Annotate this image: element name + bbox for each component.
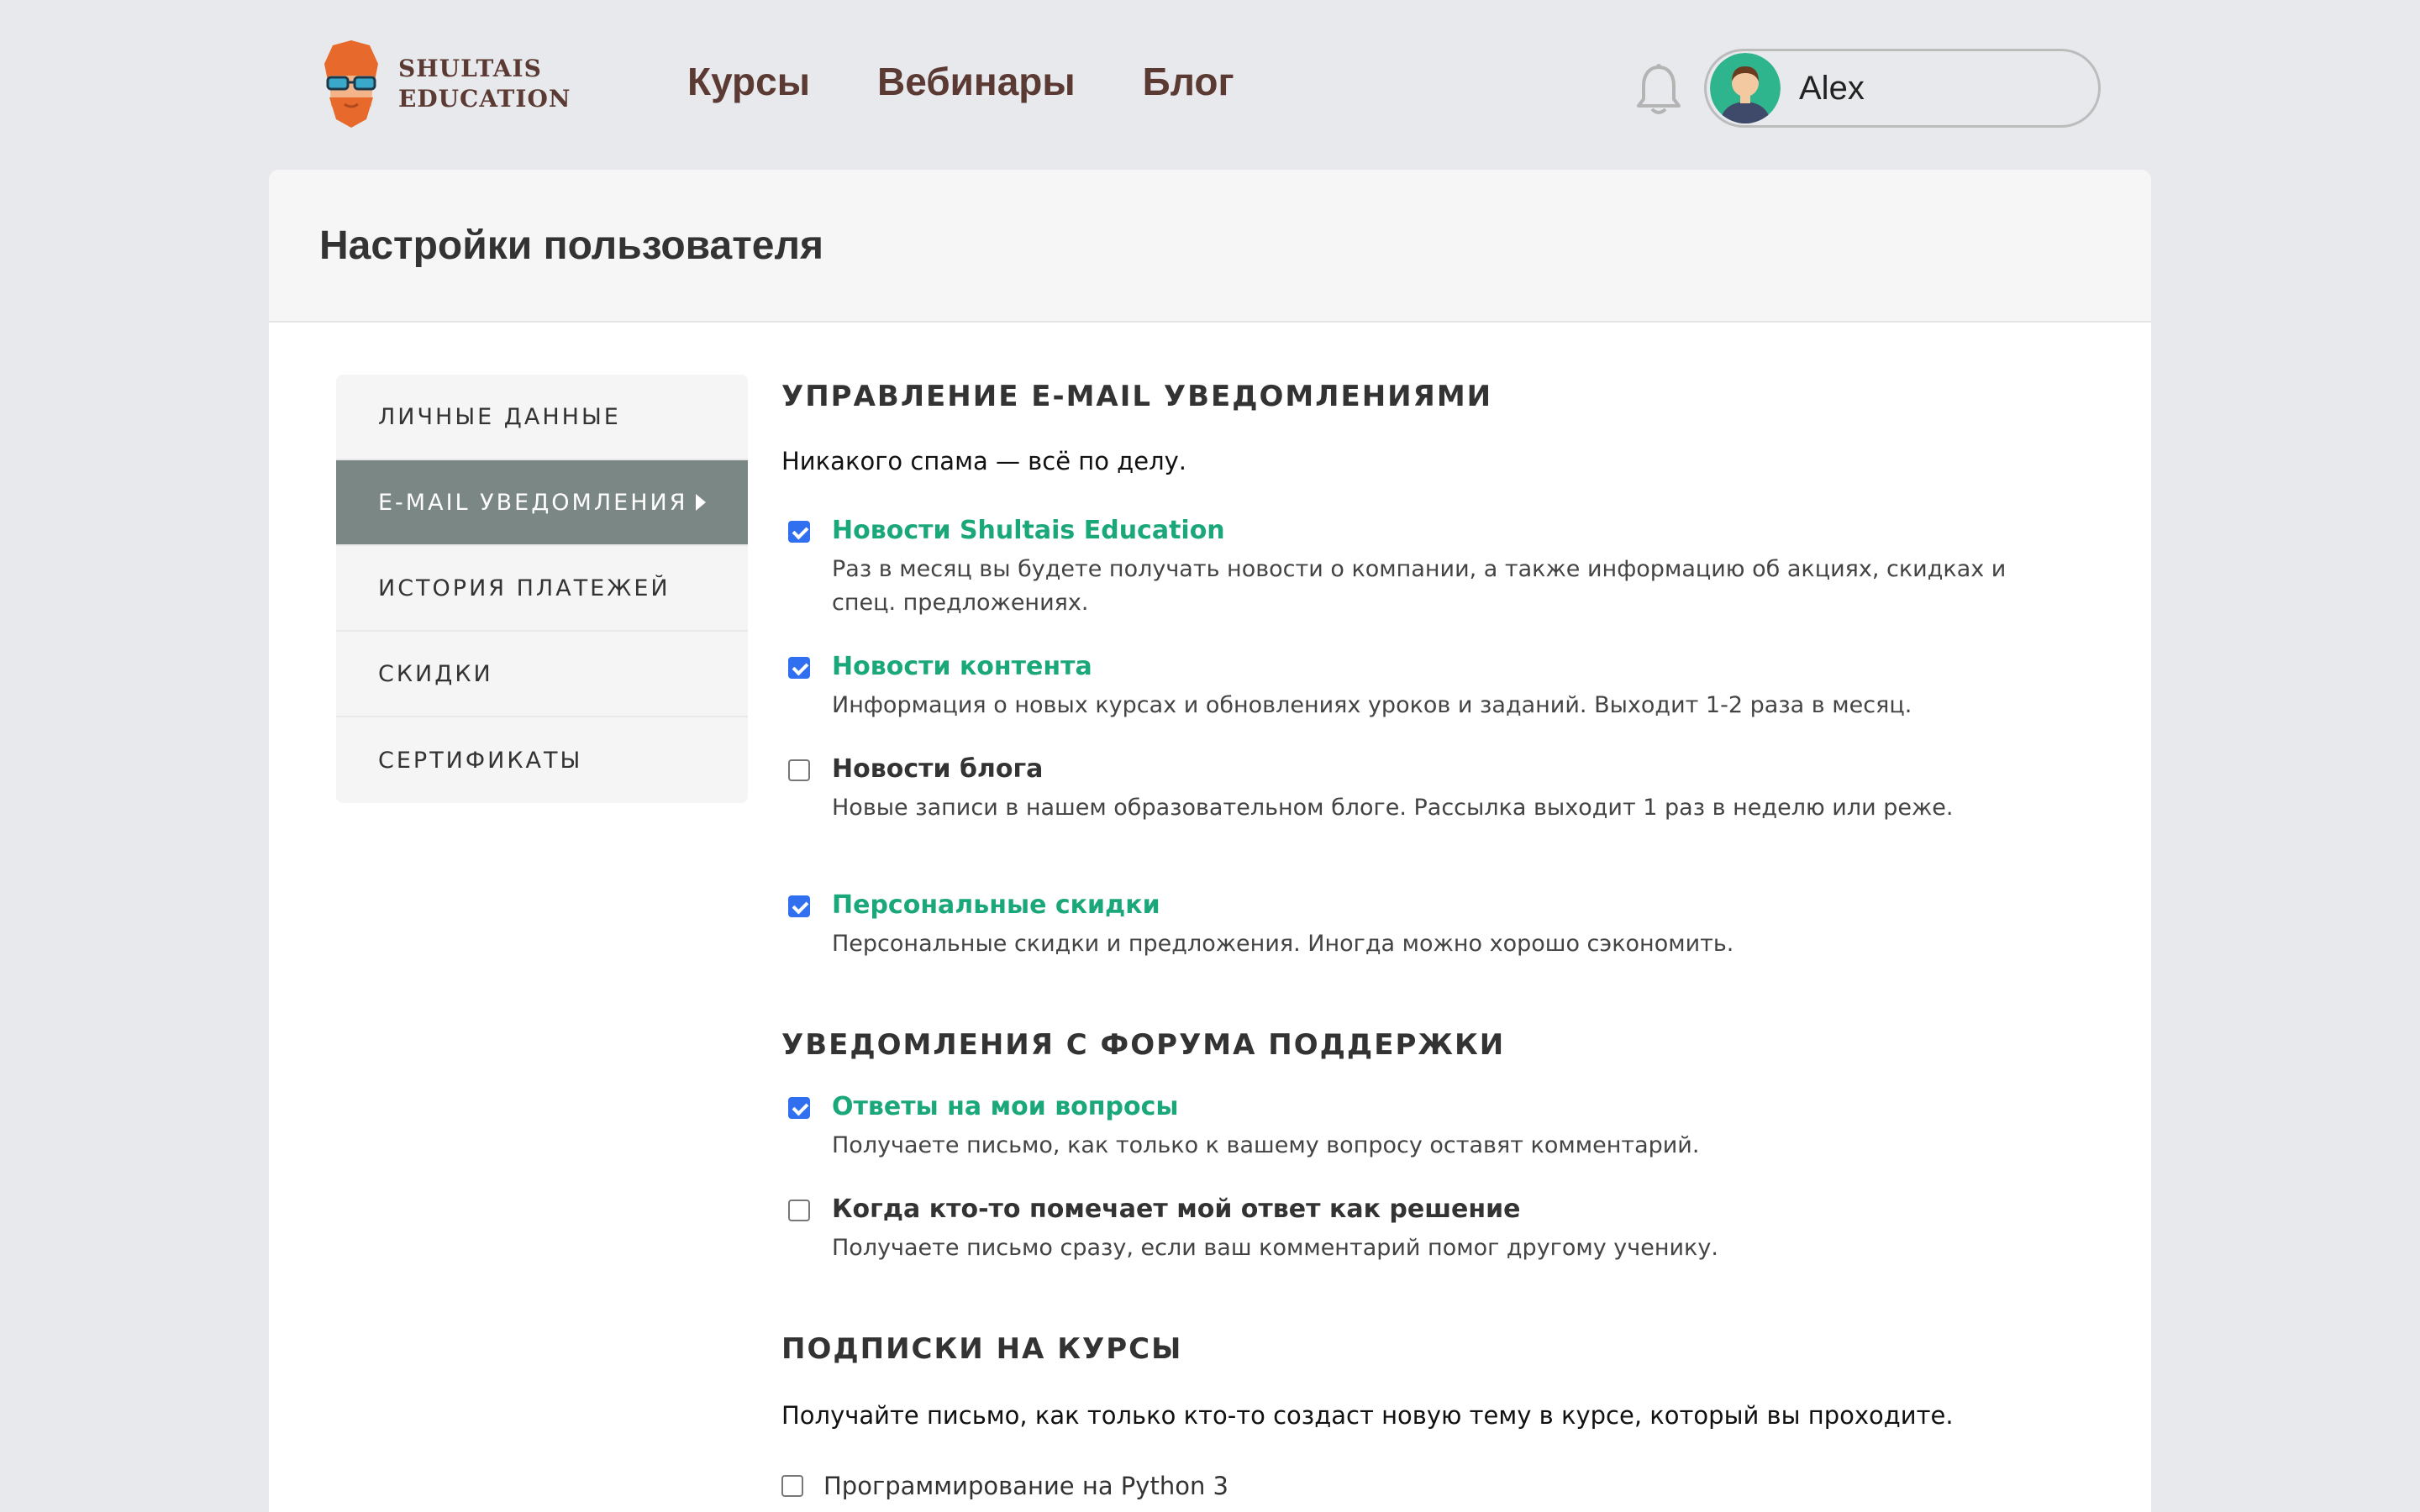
option-title[interactable]: Новости Shultais Education (832, 516, 1225, 545)
forum-section-title: УВЕДОМЛЕНИЯ С ФОРУМА ПОДДЕРЖКИ (781, 1028, 1506, 1062)
option-description: Раз в месяц вы будете получать новости о… (832, 556, 2007, 616)
settings-card: Настройки пользователя ЛИЧНЫЕ ДАННЫЕ E-M… (269, 170, 2151, 1512)
checkbox[interactable] (788, 1097, 810, 1119)
option-description: Новые записи в нашем образовательном бло… (832, 795, 1954, 821)
checkbox[interactable] (788, 1200, 810, 1221)
email-option-personal-discounts: Персональные скидки Персональные скидки … (781, 890, 2042, 958)
logo-line-1: SHULTAIS (398, 55, 542, 82)
sidebar-item-label: СЕРТИФИКАТЫ (378, 747, 583, 774)
nav-link-blog[interactable]: Блог (1143, 59, 1234, 104)
sidebar-item-personal-data[interactable]: ЛИЧНЫЕ ДАННЫЕ (336, 375, 748, 460)
course-subscription-item: Программирование на Python 3 (781, 1472, 2042, 1505)
email-option-company-news: Новости Shultais Education Раз в месяц в… (781, 516, 2042, 616)
sidebar-item-email-notifications[interactable]: E-MAIL УВЕДОМЛЕНИЯ (336, 460, 748, 546)
sidebar-item-label: ЛИЧНЫЕ ДАННЫЕ (378, 403, 621, 430)
logo-text: SHULTAIS EDUCATION (398, 54, 571, 114)
logo-mascot-icon (324, 40, 378, 128)
sidebar-item-certificates[interactable]: СЕРТИФИКАТЫ (336, 717, 748, 803)
sidebar-item-label: СКИДКИ (378, 660, 493, 687)
chevron-right-icon (696, 494, 706, 511)
course-label[interactable]: Программирование на Python 3 (823, 1472, 1228, 1500)
logo-line-2: EDUCATION (398, 85, 571, 113)
top-header: SHULTAIS EDUCATION Курсы Вебинары Блог A… (0, 0, 2420, 168)
checkbox[interactable] (788, 895, 810, 917)
nav-link-courses[interactable]: Курсы (687, 59, 810, 104)
checkbox[interactable] (781, 1475, 803, 1497)
avatar (1710, 53, 1781, 123)
option-title[interactable]: Ответы на мои вопросы (832, 1092, 1179, 1121)
option-description: Получаете письмо сразу, если ваш коммент… (832, 1235, 1718, 1261)
sidebar-item-label: E-MAIL УВЕДОМЛЕНИЯ (378, 489, 688, 516)
courses-section-description: Получайте письмо, как только кто-то созд… (781, 1401, 1954, 1430)
option-description: Информация о новых курсах и обновлениях … (832, 692, 1912, 718)
option-title[interactable]: Новости контента (832, 652, 1092, 681)
sidebar-item-label: ИСТОРИЯ ПЛАТЕЖЕЙ (378, 575, 671, 601)
main-nav: Курсы Вебинары Блог (687, 59, 1234, 104)
email-section-description: Никакого спама — всё по делу. (781, 447, 1186, 475)
bell-icon[interactable] (1634, 62, 1684, 118)
forum-option-answers: Ответы на мои вопросы Получаете письмо, … (781, 1092, 2042, 1159)
option-title[interactable]: Новости блога (832, 754, 1043, 784)
courses-section-title: ПОДПИСКИ НА КУРСЫ (781, 1332, 1183, 1366)
option-title[interactable]: Когда кто-то помечает мой ответ как реше… (832, 1194, 1521, 1224)
email-option-content-news: Новости контента Информация о новых курс… (781, 652, 2042, 719)
checkbox[interactable] (788, 657, 810, 679)
nav-link-webinars[interactable]: Вебинары (877, 59, 1076, 104)
checkbox[interactable] (788, 521, 810, 543)
email-option-blog-news: Новости блога Новые записи в нашем образ… (781, 754, 2042, 822)
sidebar-item-payment-history[interactable]: ИСТОРИЯ ПЛАТЕЖЕЙ (336, 546, 748, 632)
sidebar-item-discounts[interactable]: СКИДКИ (336, 632, 748, 717)
user-name: Alex (1799, 69, 1865, 107)
email-section-title: УПРАВЛЕНИЕ E-MAIL УВЕДОМЛЕНИЯМИ (781, 380, 1493, 413)
option-description: Получаете письмо, как только к вашему во… (832, 1132, 1700, 1158)
option-title[interactable]: Персональные скидки (832, 890, 1160, 920)
logo[interactable]: SHULTAIS EDUCATION (316, 39, 571, 129)
checkbox[interactable] (788, 759, 810, 781)
forum-option-solution: Когда кто-то помечает мой ответ как реше… (781, 1194, 2042, 1262)
page-title: Настройки пользователя (319, 223, 823, 268)
option-description: Персональные скидки и предложения. Иногд… (832, 931, 1734, 957)
card-header: Настройки пользователя (269, 170, 2151, 323)
user-menu-button[interactable]: Alex (1704, 49, 2101, 128)
settings-sidebar: ЛИЧНЫЕ ДАННЫЕ E-MAIL УВЕДОМЛЕНИЯ ИСТОРИЯ… (336, 375, 748, 803)
